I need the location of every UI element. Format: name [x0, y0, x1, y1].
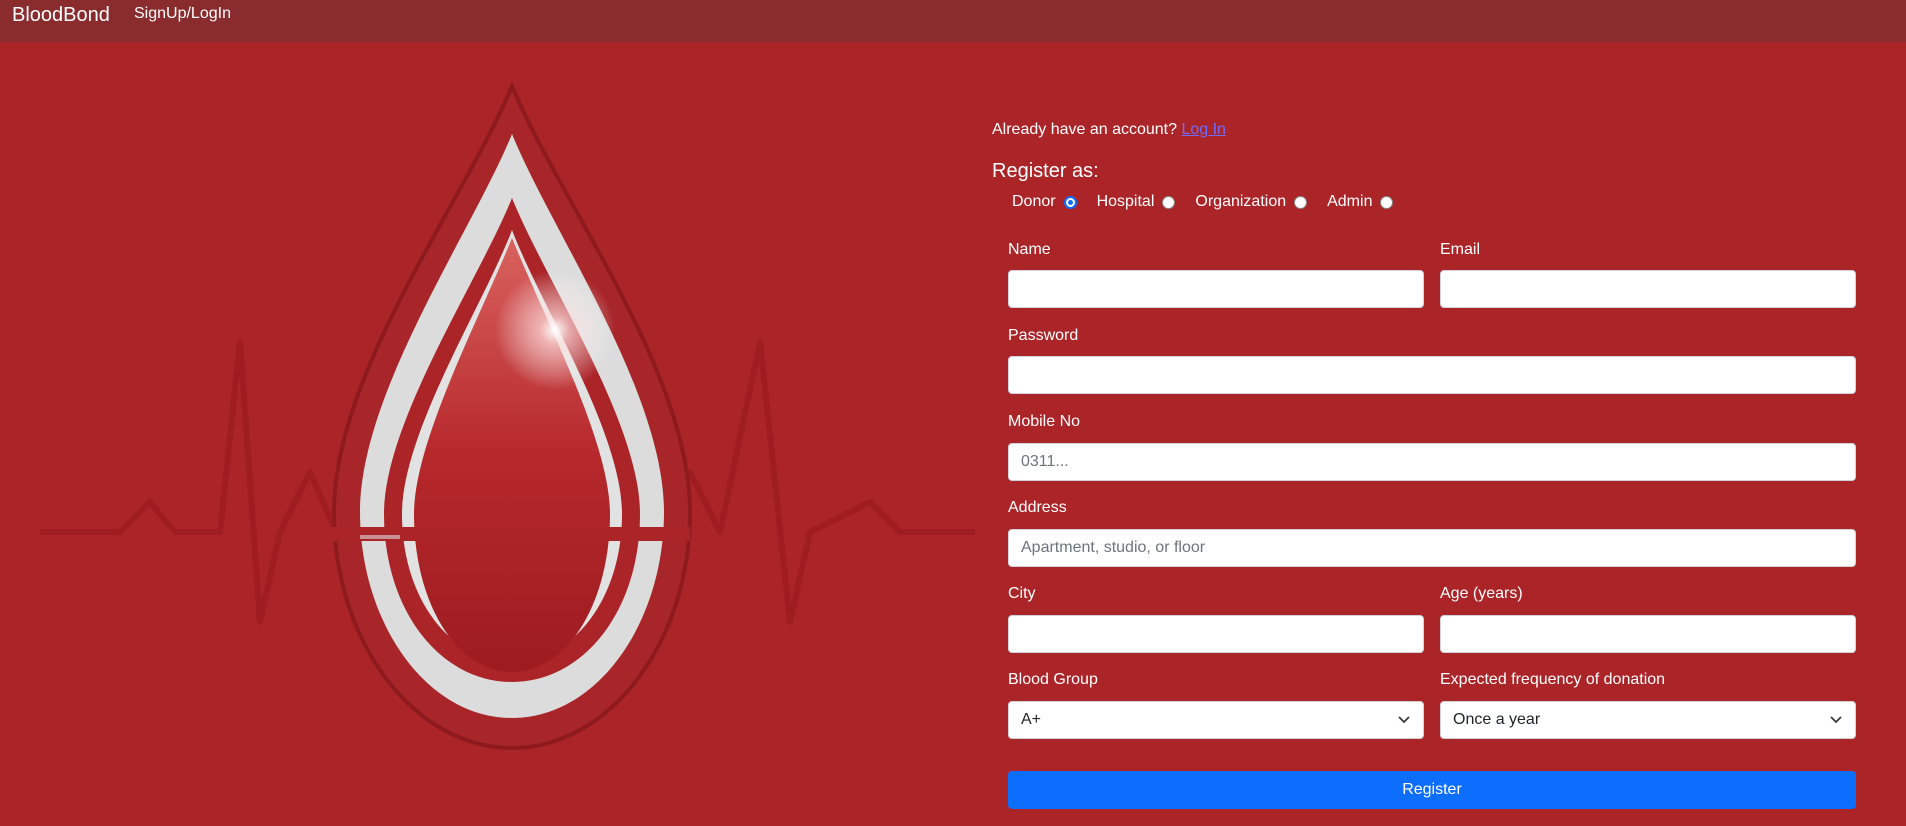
email-input[interactable] [1440, 270, 1856, 308]
mobile-input[interactable]: 0311... [1008, 443, 1856, 481]
already-have-account: Already have an account? Log In [992, 121, 1226, 138]
city-label: City [1008, 585, 1036, 602]
role-option-organization[interactable]: Organization [1195, 193, 1308, 211]
email-label: Email [1440, 241, 1481, 258]
chevron-down-icon [1398, 716, 1410, 724]
address-input[interactable]: Apartment, studio, or floor [1008, 529, 1856, 567]
password-input[interactable] [1008, 356, 1856, 394]
frequency-select[interactable]: Once a year [1440, 701, 1856, 739]
radio-hospital[interactable] [1162, 195, 1176, 209]
role-option-hospital[interactable]: Hospital [1097, 193, 1176, 211]
role-radio-group: Donor Hospital Organization Admin [1012, 192, 1413, 212]
password-label: Password [1008, 327, 1079, 344]
register-button[interactable]: Register [1008, 771, 1856, 809]
radio-admin[interactable] [1380, 195, 1394, 209]
address-label: Address [1008, 499, 1067, 516]
blood-drop-illustration [0, 42, 990, 826]
name-label: Name [1008, 241, 1051, 258]
blood-group-select[interactable]: A+ [1008, 701, 1424, 739]
nav-signup-login-link[interactable]: SignUp/LogIn [134, 5, 231, 23]
name-input[interactable] [1008, 270, 1424, 308]
frequency-value: Once a year [1453, 711, 1541, 728]
blood-group-value: A+ [1021, 711, 1042, 728]
age-input[interactable] [1440, 615, 1856, 653]
registration-form: Already have an account? Log In Register… [992, 0, 1892, 826]
frequency-label: Expected frequency of donation [1440, 671, 1666, 688]
brand-logo[interactable]: BloodBond [12, 4, 110, 27]
login-link[interactable]: Log In [1181, 121, 1225, 138]
radio-organization[interactable] [1294, 195, 1308, 209]
city-input[interactable] [1008, 615, 1424, 653]
chevron-down-icon [1830, 716, 1842, 724]
role-option-admin[interactable]: Admin [1327, 193, 1394, 211]
age-label: Age (years) [1440, 585, 1523, 602]
mobile-label: Mobile No [1008, 413, 1081, 430]
register-as-heading: Register as: [992, 160, 1099, 182]
role-option-donor[interactable]: Donor [1012, 193, 1077, 211]
radio-donor[interactable] [1063, 195, 1077, 209]
blood-group-label: Blood Group [1008, 671, 1098, 688]
